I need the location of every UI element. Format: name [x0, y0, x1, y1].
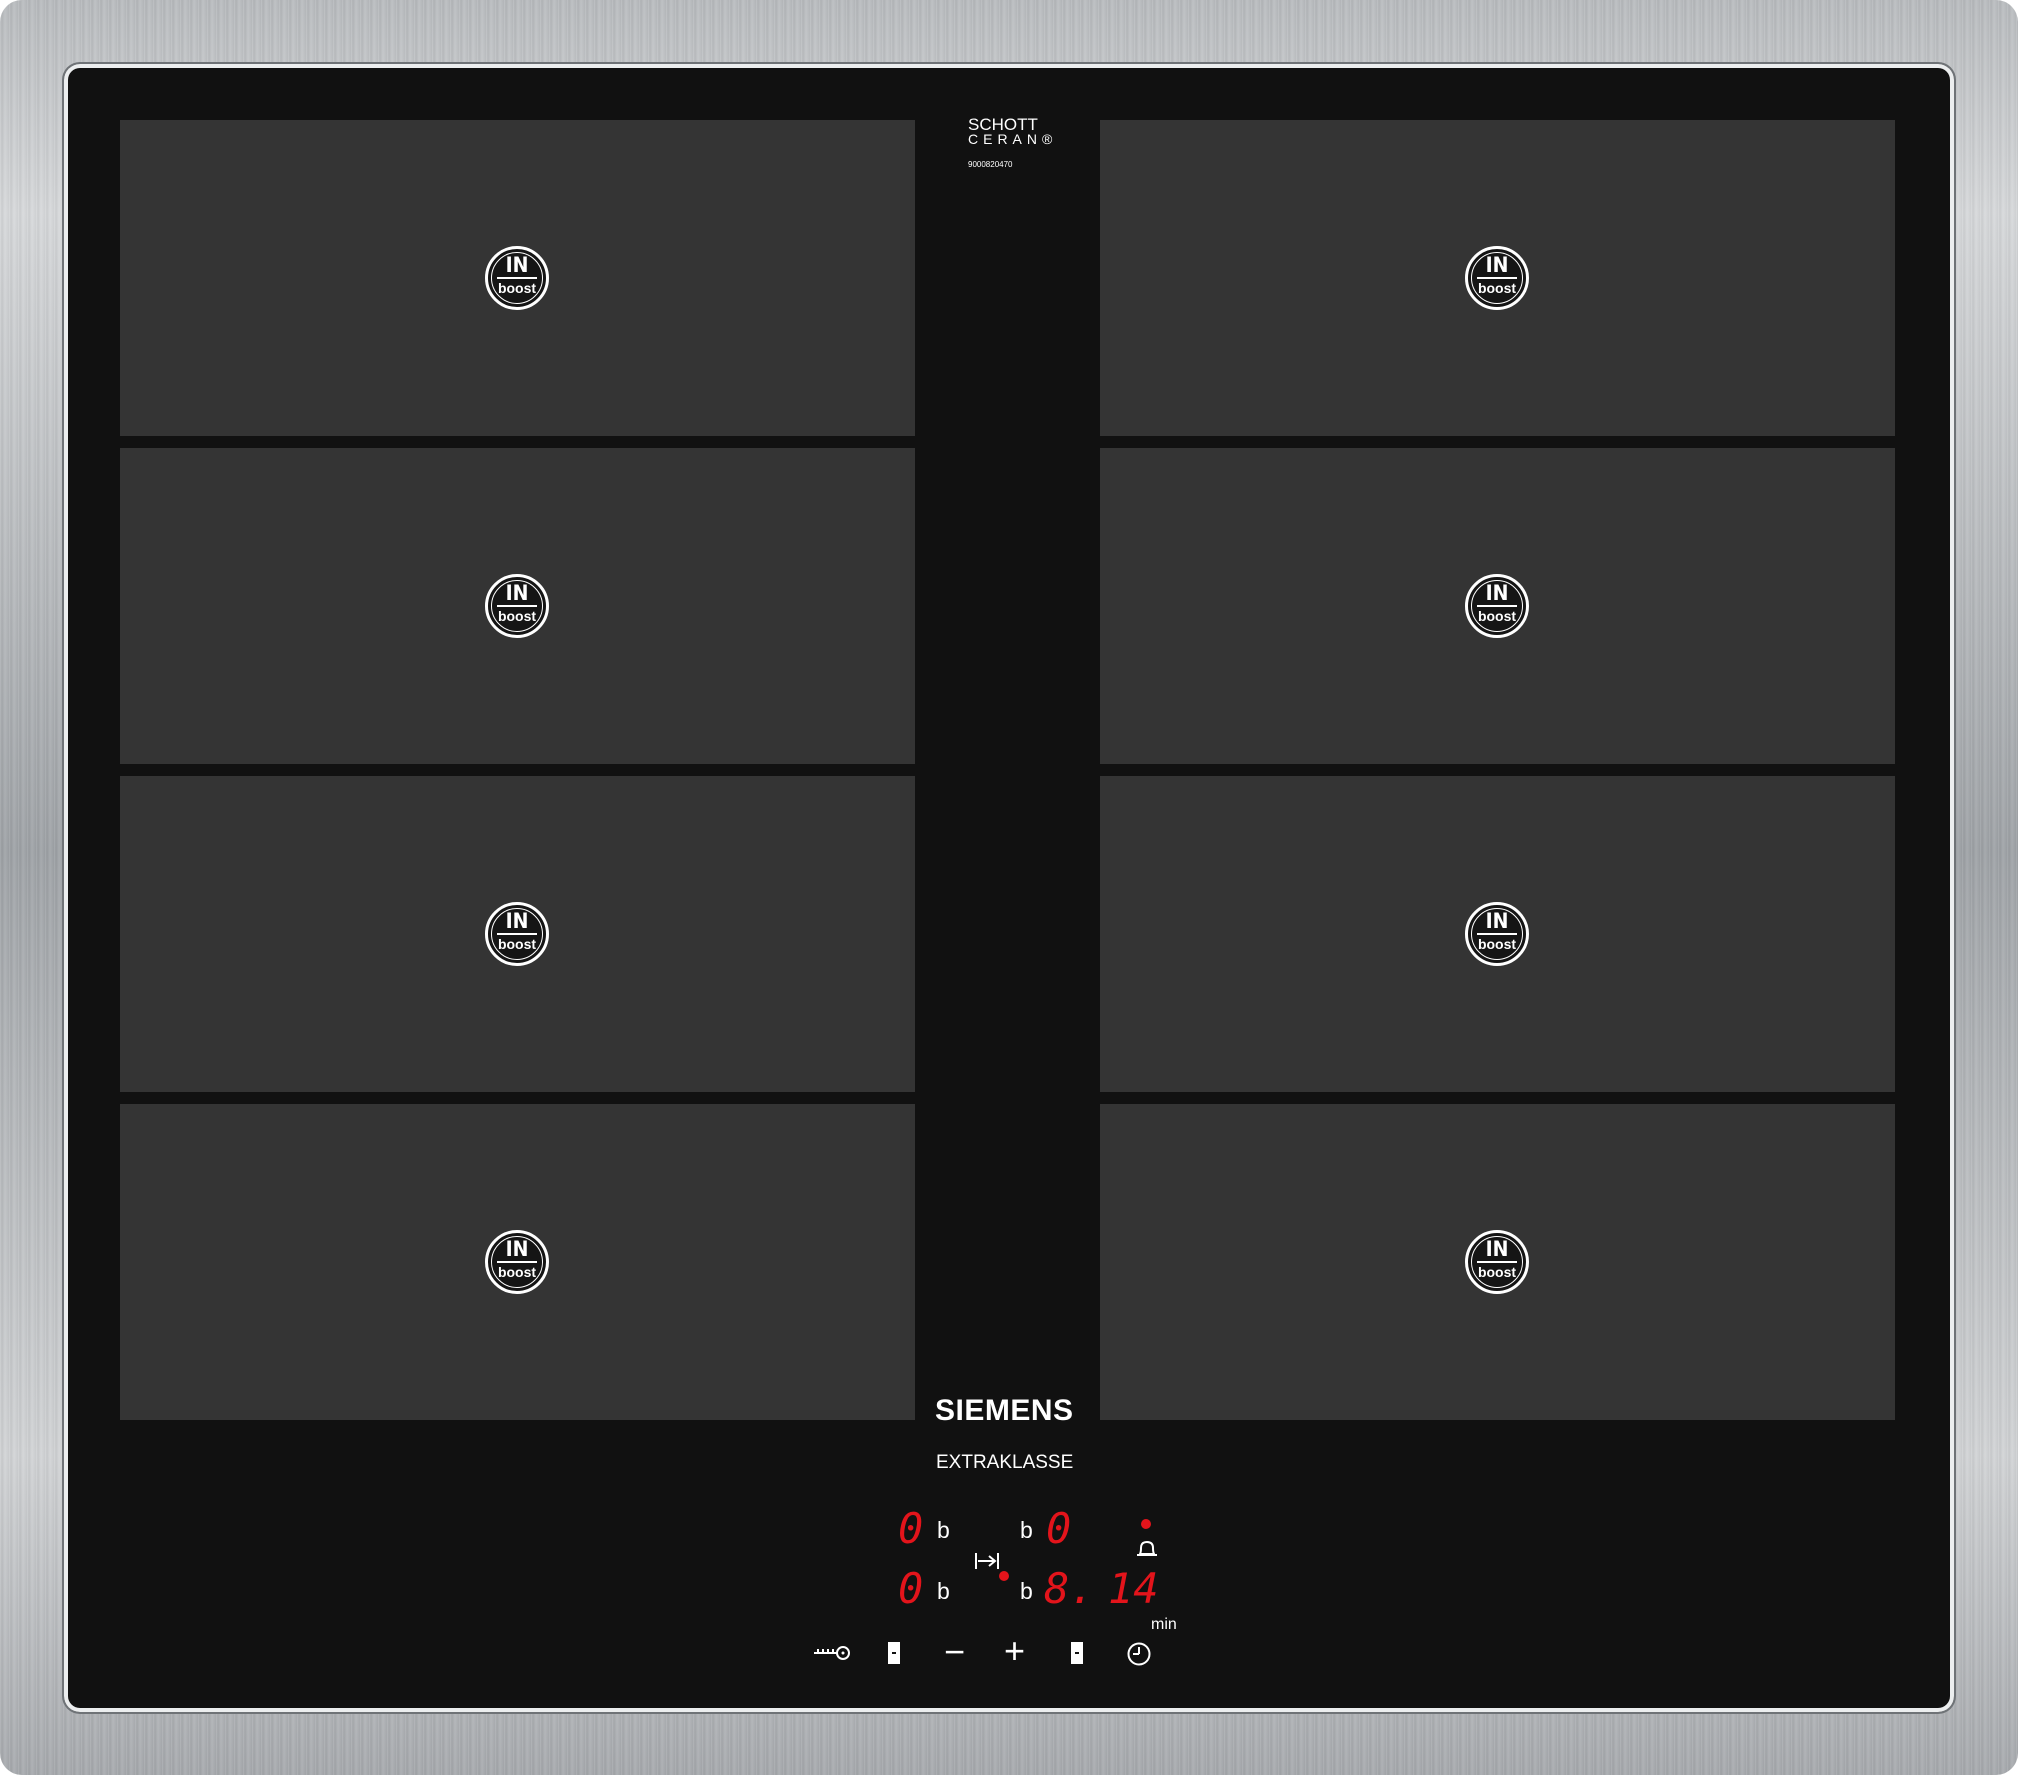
- front-left-level: 0: [898, 1504, 924, 1553]
- induction-boost-badge: IN boost: [1465, 574, 1529, 638]
- zone-select-right-button[interactable]: [1071, 1642, 1083, 1664]
- induction-boost-badge: IN boost: [1465, 246, 1529, 310]
- induction-boost-badge: IN boost: [485, 1230, 549, 1294]
- bell-icon[interactable]: [1135, 1538, 1159, 1565]
- badge-boost-label: boost: [497, 1264, 537, 1280]
- badge-boost-label: boost: [1477, 280, 1517, 296]
- badge-boost-label: boost: [497, 280, 537, 296]
- rear-right-boost-indicator: b: [1020, 1578, 1033, 1604]
- schott-ceran-logo: SCHOTT CERAN® 9000820470: [968, 115, 1058, 172]
- front-right-level: 0: [1046, 1504, 1072, 1553]
- flex-zone-icon[interactable]: [974, 1551, 1000, 1576]
- clock-icon[interactable]: [1126, 1641, 1152, 1672]
- bell-indicator-dot: [1141, 1519, 1151, 1529]
- schott-label: SCHOTT: [968, 115, 1038, 134]
- induction-boost-badge: IN boost: [1465, 1230, 1529, 1294]
- badge-boost-label: boost: [1477, 936, 1517, 952]
- key-icon[interactable]: [812, 1643, 852, 1668]
- badge-in-label: IN: [505, 581, 529, 605]
- badge-boost-label: boost: [497, 936, 537, 952]
- zone-select-left-button[interactable]: [888, 1642, 900, 1664]
- plus-button[interactable]: +: [1004, 1633, 1025, 1669]
- induction-boost-badge: IN boost: [485, 902, 549, 966]
- rear-left-level: 0: [898, 1564, 924, 1613]
- badge-boost-label: boost: [1477, 1264, 1517, 1280]
- rear-right-level: 8.: [1044, 1564, 1095, 1613]
- front-left-boost-indicator: b: [937, 1517, 950, 1543]
- cooking-zone-right-4[interactable]: IN boost: [1100, 1104, 1895, 1420]
- cooking-zone-right-1[interactable]: IN boost: [1100, 120, 1895, 436]
- badge-in-label: IN: [505, 1237, 529, 1261]
- cooking-zone-left-2[interactable]: IN boost: [120, 448, 915, 764]
- flex-indicator-dot: [999, 1571, 1009, 1581]
- badge-in-label: IN: [505, 253, 529, 277]
- badge-in-label: IN: [1485, 581, 1509, 605]
- cooking-zone-left-4[interactable]: IN boost: [120, 1104, 915, 1420]
- badge-in-label: IN: [1485, 253, 1509, 277]
- cooking-zone-right-3[interactable]: IN boost: [1100, 776, 1895, 1092]
- badge-in-label: IN: [505, 909, 529, 933]
- cooking-zone-left-1[interactable]: IN boost: [120, 120, 915, 436]
- induction-boost-badge: IN boost: [485, 574, 549, 638]
- serial-number: 9000820470: [968, 160, 1013, 169]
- cooking-zone-left-3[interactable]: IN boost: [120, 776, 915, 1092]
- induction-boost-badge: IN boost: [1465, 902, 1529, 966]
- ceran-label: CERAN®: [968, 131, 1058, 147]
- badge-in-label: IN: [1485, 909, 1509, 933]
- induction-boost-badge: IN boost: [485, 246, 549, 310]
- badge-boost-label: boost: [497, 608, 537, 624]
- series-label: EXTRAKLASSE: [936, 1452, 1074, 1473]
- minus-button[interactable]: −: [944, 1634, 965, 1670]
- badge-in-label: IN: [1485, 1237, 1509, 1261]
- cooking-zone-right-2[interactable]: IN boost: [1100, 448, 1895, 764]
- timer-unit: min: [1151, 1616, 1177, 1633]
- front-right-boost-indicator: b: [1020, 1517, 1033, 1543]
- timer-display: 14: [1108, 1564, 1159, 1613]
- badge-boost-label: boost: [1477, 608, 1517, 624]
- brand-logo: SIEMENS: [935, 1394, 1074, 1427]
- rear-left-boost-indicator: b: [937, 1578, 950, 1604]
